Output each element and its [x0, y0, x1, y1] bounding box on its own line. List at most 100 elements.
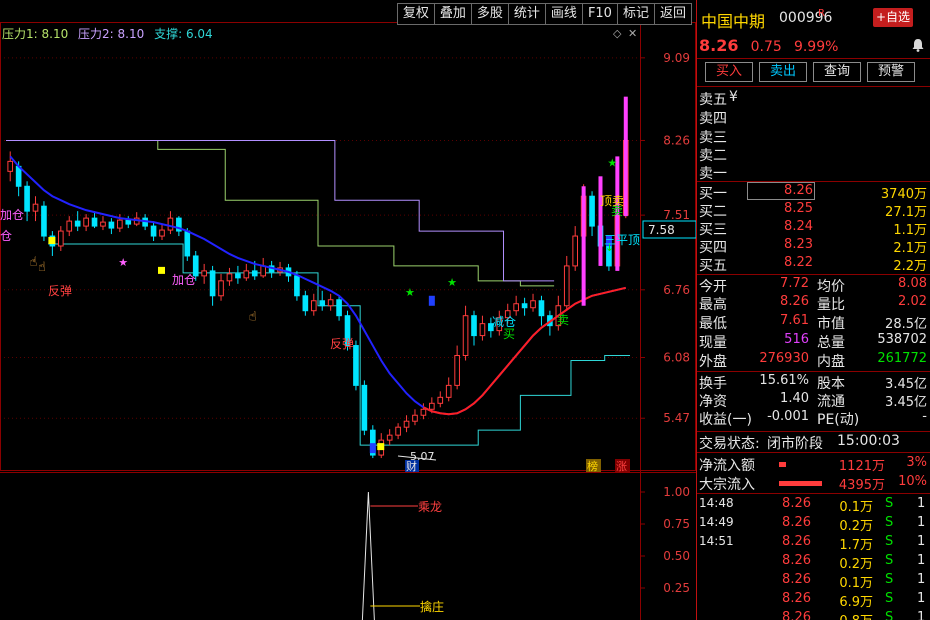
- quote2-value-0: 15.61%: [759, 373, 809, 388]
- toolbar-statistics[interactable]: 统计: [507, 4, 545, 24]
- quote-label2-2: 市值: [817, 316, 845, 332]
- star-icon: ★: [118, 256, 128, 269]
- toolbar-mark[interactable]: 标记: [616, 4, 654, 24]
- dragon-label: 乘龙: [418, 500, 442, 514]
- signal-bar: [598, 176, 603, 266]
- ask-2-label: 卖二: [699, 148, 727, 164]
- candle-body: [117, 219, 123, 229]
- candle-body: [184, 230, 191, 257]
- quote-label-2: 最低: [699, 316, 727, 332]
- candle-body: [361, 384, 368, 431]
- bell-icon[interactable]: [911, 38, 925, 52]
- buy-button[interactable]: 买入: [705, 62, 753, 82]
- divider: [697, 58, 930, 59]
- tick-count: 1: [917, 572, 926, 587]
- tick-price: 8.26: [782, 572, 811, 587]
- candle-body: [437, 396, 444, 404]
- tick-count: 1: [917, 610, 926, 620]
- tick-price: 8.26: [782, 534, 811, 549]
- signal-bar: [623, 96, 628, 217]
- toolbar-restore-rights[interactable]: 复权: [398, 4, 434, 24]
- candle-body: [100, 221, 106, 227]
- tick-side: S: [885, 591, 894, 606]
- quote2-label2-0: 股本: [817, 376, 845, 392]
- signal-square: [377, 443, 385, 451]
- candle-body: [66, 220, 73, 232]
- candle-body: [294, 275, 300, 297]
- diamond-icon[interactable]: ◇: [613, 27, 622, 40]
- bang-label: 榜: [587, 459, 598, 473]
- quote-value2-3: 538702: [877, 332, 927, 347]
- signal-block: [428, 295, 435, 306]
- candle-body: [462, 315, 469, 357]
- rebound-label-2: 反弹: [330, 337, 354, 351]
- star-icon: ★: [607, 156, 617, 169]
- price-change-pct: 9.99%: [793, 39, 839, 55]
- candle-body: [429, 402, 435, 410]
- candle-body: [336, 299, 342, 317]
- toolbar-overlay[interactable]: 叠加: [433, 4, 471, 24]
- ask-3-label: 卖三: [699, 130, 727, 146]
- candle-body: [7, 160, 14, 172]
- signal-markers: ☝ ☝☝★★★★↓: [30, 96, 628, 454]
- quote-label2-1: 量比: [817, 297, 845, 313]
- tick-side: S: [885, 610, 894, 620]
- tick-count: 1: [917, 534, 926, 549]
- candle-body: [167, 217, 174, 231]
- three-flat-top-label: 三平顶: [604, 233, 640, 247]
- tick-side: S: [885, 496, 894, 511]
- tick-side: S: [885, 572, 894, 587]
- candle-body: [125, 219, 132, 225]
- candle-body: [24, 185, 30, 212]
- trade-status-value: 闭市阶段: [767, 436, 823, 452]
- quote2-value2-2: -: [922, 409, 927, 424]
- quote-label-4: 外盘: [699, 354, 727, 370]
- toolbar-multi-stock[interactable]: 多股: [470, 4, 508, 24]
- sell-button[interactable]: 卖出: [759, 62, 807, 82]
- bid-1-label: 买一: [699, 186, 727, 202]
- chart-area[interactable]: ☝ ☝ ☝ ★ ★ ★ ★ ↓ 9.09 8.26 7.51 6.76 6.08 5.47 1.00 0.…: [0, 0, 696, 620]
- ask-5-label: 卖五: [699, 92, 727, 108]
- currency-mark: ¥: [729, 89, 738, 105]
- sub-indicator-spike: [361, 491, 375, 620]
- toolbar-f10[interactable]: F10: [581, 4, 617, 24]
- bid-5-volume: 2.2万: [893, 259, 927, 274]
- toolbar-draw-line[interactable]: 画线: [544, 4, 582, 24]
- ask-4-label: 卖四: [699, 111, 727, 127]
- candle-body: [353, 345, 359, 386]
- band-lines: [6, 139, 630, 446]
- bid-3-price: 8.24: [784, 219, 813, 234]
- trade-status-label: 交易状态:: [699, 436, 760, 452]
- flow-label-1: 大宗流入: [699, 477, 755, 493]
- add-favorite-button[interactable]: +自选: [873, 8, 913, 27]
- tick-time: 14:48: [699, 496, 734, 510]
- query-button[interactable]: 查询: [813, 62, 861, 82]
- toolbar-back[interactable]: 返回: [653, 4, 691, 24]
- bid-3-volume: 1.1万: [893, 223, 927, 238]
- kline-chart[interactable]: ☝ ☝☝★★★★↓ 9.098.267.516.766.085.47 1.000.…: [0, 0, 696, 620]
- close-icon[interactable]: ✕: [628, 27, 637, 40]
- quote-label-0: 今开: [699, 279, 727, 295]
- sub-axis-label: 0.50: [663, 549, 690, 563]
- quote-label-1: 最高: [699, 297, 727, 313]
- sell-signal-label: 卖: [557, 313, 569, 327]
- quote-value2-2: 28.5亿: [885, 317, 927, 332]
- candle-body: [403, 420, 410, 428]
- cai-label: 财: [406, 459, 417, 473]
- ask-1-label: 卖一: [699, 166, 727, 182]
- alert-button[interactable]: 预警: [867, 62, 915, 82]
- quote-value-3: 516: [784, 332, 809, 347]
- flow-pct-0: 3%: [906, 455, 927, 470]
- candle-body: [319, 300, 326, 307]
- quote-label2-0: 均价: [817, 279, 845, 295]
- legend-pressure-2: 压力2: 8.10: [78, 27, 145, 41]
- candle-body: [260, 265, 267, 277]
- candle-body: [479, 323, 486, 337]
- candle-body: [150, 225, 157, 237]
- quote-value-2: 7.61: [780, 313, 809, 328]
- candle-body: [445, 384, 452, 398]
- candle-body: [41, 205, 47, 237]
- bid-2-volume: 27.1万: [885, 205, 927, 220]
- tick-price: 8.26: [782, 610, 811, 620]
- quote-value-1: 8.26: [780, 294, 809, 309]
